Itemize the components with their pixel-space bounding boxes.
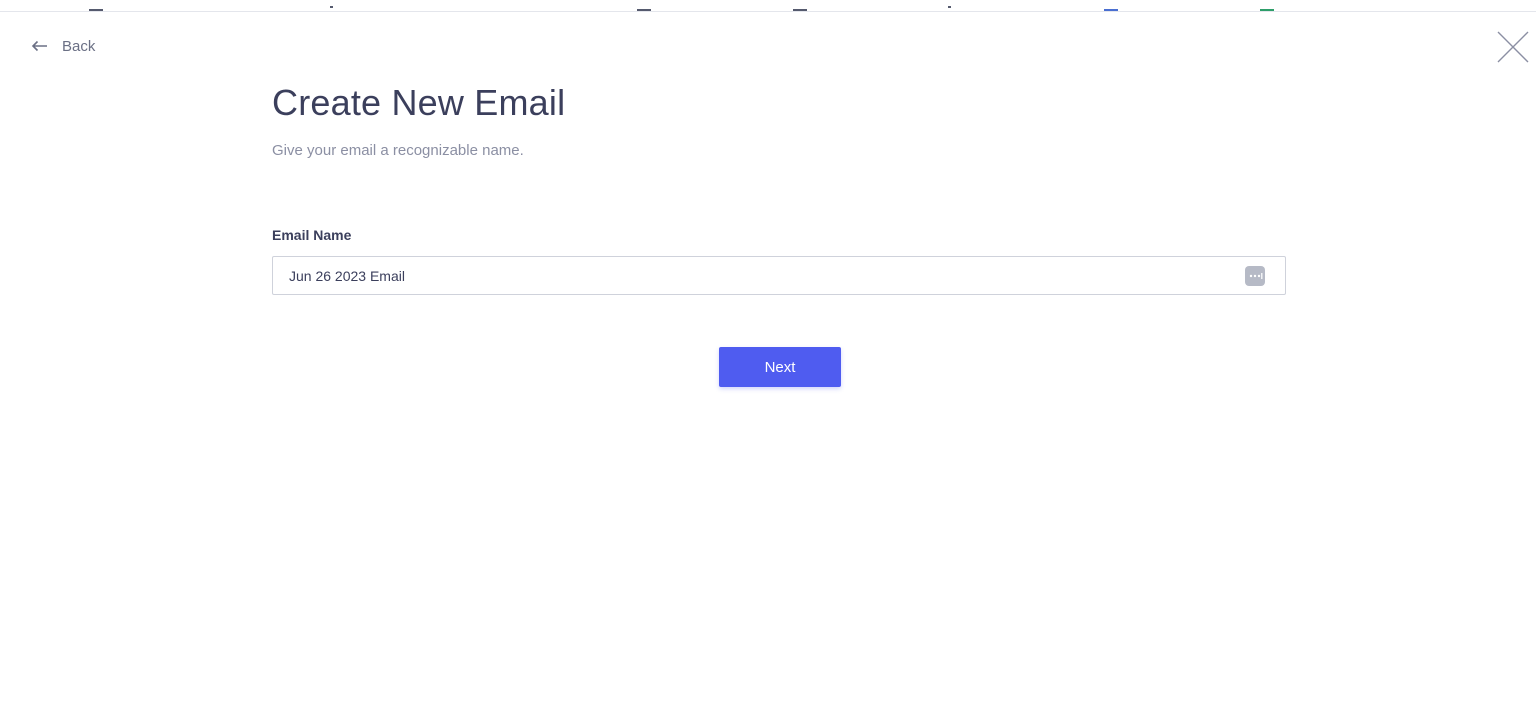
arrow-left-icon — [31, 40, 48, 52]
bookmark-icon[interactable] — [948, 0, 951, 8]
browser-bookmark-strip — [0, 0, 1536, 12]
more-options-icon[interactable] — [1245, 266, 1265, 286]
email-name-label: Email Name — [272, 227, 352, 243]
bookmark-icon[interactable] — [1260, 0, 1274, 11]
email-name-input[interactable] — [273, 257, 1233, 294]
bookmark-icon[interactable] — [330, 0, 333, 8]
next-button[interactable]: Next — [719, 347, 841, 387]
page-title: Create New Email — [272, 82, 566, 123]
bookmark-icon[interactable] — [89, 0, 103, 11]
bookmark-icon[interactable] — [793, 0, 807, 11]
email-name-field-wrapper — [272, 256, 1286, 295]
bookmark-icon[interactable] — [637, 0, 651, 11]
close-button[interactable] — [1496, 30, 1530, 64]
bookmark-icon[interactable] — [1104, 0, 1118, 11]
close-icon — [1496, 31, 1530, 68]
back-button[interactable]: Back — [31, 36, 95, 56]
page-subtitle: Give your email a recognizable name. — [272, 142, 524, 159]
back-label: Back — [62, 37, 96, 55]
